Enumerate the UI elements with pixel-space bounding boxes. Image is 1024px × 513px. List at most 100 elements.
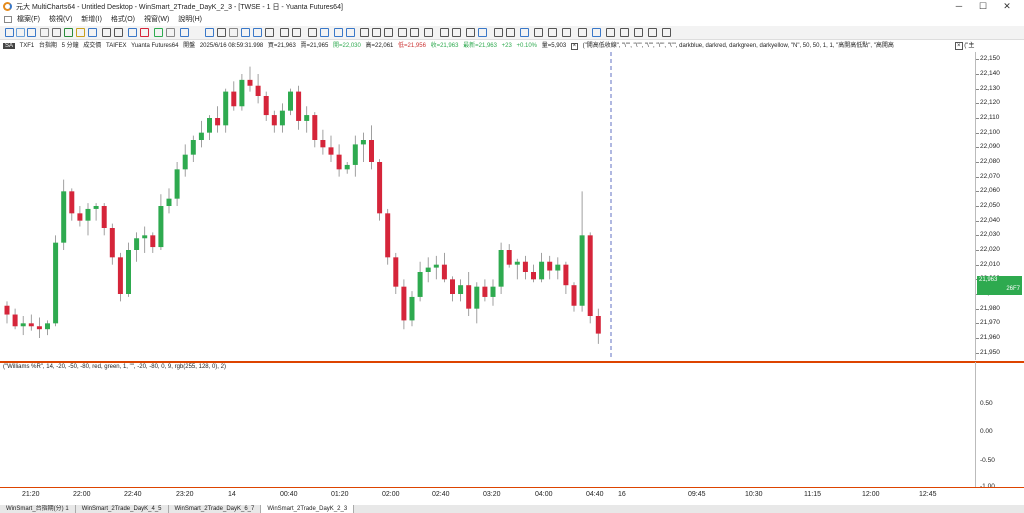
close-icon[interactable]: × (955, 42, 963, 50)
toolbar-button-32-icon[interactable] (424, 28, 433, 37)
toolbar-button-17-icon[interactable] (229, 28, 238, 37)
price-tick: 22,110 (975, 114, 1000, 121)
candle (514, 261, 520, 265)
session-label[interactable]: SA (3, 43, 16, 49)
title-bar: 元大 MultiCharts64 - Untitled Desktop - Wi… (0, 0, 1024, 13)
workspace-tab[interactable]: WinSmart_2Trade_DayK_2_3 (261, 505, 355, 513)
toolbar-button-35-icon[interactable] (466, 28, 475, 37)
toolbar-button-26-icon[interactable] (346, 28, 355, 37)
toolbar-button-46-icon[interactable] (620, 28, 629, 37)
candle (312, 115, 318, 140)
candle (336, 154, 342, 170)
time-tick: 04:40 (586, 491, 604, 498)
menu-item-1[interactable]: 檢視(V) (49, 13, 72, 26)
toolbar-button-14-icon[interactable] (180, 28, 189, 37)
toolbar-button-6-icon[interactable] (76, 28, 85, 37)
toolbar-button-13-icon[interactable] (166, 28, 175, 37)
price-chart[interactable] (0, 52, 975, 360)
candle (360, 140, 366, 145)
toolbar-button-11-icon[interactable] (140, 28, 149, 37)
toolbar-button-47-icon[interactable] (634, 28, 643, 37)
williams-r-pane[interactable] (0, 372, 975, 487)
toolbar-button-12-icon[interactable] (154, 28, 163, 37)
candle (247, 79, 253, 86)
toolbar-button-1-icon[interactable] (16, 28, 25, 37)
toolbar-button-40-icon[interactable] (534, 28, 543, 37)
time-tick: 22:40 (124, 491, 142, 498)
toolbar-button-28-icon[interactable] (372, 28, 381, 37)
toolbar-button-15-icon[interactable] (205, 28, 214, 37)
close-button[interactable]: ✕ (994, 0, 1020, 13)
toolbar-button-18-icon[interactable] (241, 28, 250, 37)
pane-divider[interactable] (0, 361, 1024, 363)
toolbar-button-4-icon[interactable] (52, 28, 61, 37)
toolbar-button-7-icon[interactable] (88, 28, 97, 37)
toolbar-button-25-icon[interactable] (334, 28, 343, 37)
toolbar-button-34-icon[interactable] (452, 28, 461, 37)
candle (547, 261, 553, 271)
toolbar-button-21-icon[interactable] (280, 28, 289, 37)
toolbar-button-42-icon[interactable] (562, 28, 571, 37)
toolbar-button-33-icon[interactable] (440, 28, 449, 37)
price-tick: 22,120 (976, 99, 1000, 107)
toolbar-button-49-icon[interactable] (662, 28, 671, 37)
toolbar-button-39-icon[interactable] (520, 28, 529, 37)
minimize-button[interactable]: ─ (946, 0, 972, 13)
toolbar-button-45-icon[interactable] (606, 28, 615, 37)
menu-item-3[interactable]: 格式(O) (111, 13, 135, 26)
toolbar-button-23-icon[interactable] (308, 28, 317, 37)
price-tick: 21,950 (976, 348, 1000, 356)
toolbar-button-16-icon[interactable] (217, 28, 226, 37)
toolbar-button-44-icon[interactable] (592, 28, 601, 37)
toolbar-button-8-icon[interactable] (102, 28, 111, 37)
time-tick: 21:20 (22, 491, 40, 498)
candle (190, 140, 196, 155)
workspace-tab[interactable]: WinSmart_2Trade_DayK_6_7 (169, 505, 262, 513)
toolbar-button-24-icon[interactable] (320, 28, 329, 37)
toolbar-button-22-icon[interactable] (292, 28, 301, 37)
price-axis[interactable]: 22,150 22,140 22,130 22,120 22,110 22,100 22,0… (975, 52, 1024, 360)
candle (150, 235, 156, 248)
maximize-button[interactable]: ☐ (970, 0, 996, 13)
toolbar-button-27-icon[interactable] (360, 28, 369, 37)
candle (385, 213, 391, 258)
toolbar-button-36-icon[interactable] (478, 28, 487, 37)
toolbar-button-19-icon[interactable] (253, 28, 262, 37)
candle (36, 326, 42, 330)
candle (320, 140, 326, 148)
toolbar-button-2-icon[interactable] (27, 28, 36, 37)
toolbar-button-0-icon[interactable] (5, 28, 14, 37)
menu-item-4[interactable]: 視窗(W) (144, 13, 169, 26)
menu-item-2[interactable]: 新增(I) (81, 13, 102, 26)
time-tick: 04:00 (535, 491, 553, 498)
menu-item-5[interactable]: 說明(H) (178, 13, 202, 26)
workspace-tab[interactable]: WinSmart_台指期(分) 1 (0, 505, 76, 513)
subchart-axis[interactable]: 0.500.00-0.50-1.00 (975, 362, 1024, 490)
toolbar-button-41-icon[interactable] (548, 28, 557, 37)
menu-item-0[interactable]: 檔案(F) (17, 13, 40, 26)
workspace-tab[interactable]: WinSmart_2Trade_DayK_4_5 (76, 505, 169, 513)
toolbar-button-29-icon[interactable] (384, 28, 393, 37)
toolbar-button-31-icon[interactable] (410, 28, 419, 37)
toolbar-button-5-icon[interactable] (64, 28, 73, 37)
toolbar-button-37-icon[interactable] (494, 28, 503, 37)
toolbar-button-9-icon[interactable] (114, 28, 123, 37)
window-title: 元大 MultiCharts64 - Untitled Desktop - Wi… (16, 4, 343, 11)
toolbar-button-20-icon[interactable] (265, 28, 274, 37)
time-axis[interactable]: 21:20 22:00 22:40 23:20 14 00:40 01:20 02:00 02:… (0, 487, 1024, 505)
toolbar-button-30-icon[interactable] (398, 28, 407, 37)
candle (101, 206, 107, 228)
app-menu-icon[interactable] (4, 16, 12, 23)
close-study-icon[interactable]: × (570, 43, 578, 50)
time-tick: 12:00 (862, 491, 880, 498)
study-tag-right: × ("主 (955, 40, 1023, 52)
toolbar-button-10-icon[interactable] (128, 28, 137, 37)
toolbar-button-43-icon[interactable] (578, 28, 587, 37)
toolbar-button-38-icon[interactable] (506, 28, 515, 37)
candle (174, 169, 180, 199)
toolbar-button-48-icon[interactable] (648, 28, 657, 37)
time-tick: 23:20 (176, 491, 194, 498)
toolbar-button-3-icon[interactable] (40, 28, 49, 37)
ask-price: 賣=21,965 (300, 43, 329, 49)
candle (401, 286, 407, 321)
